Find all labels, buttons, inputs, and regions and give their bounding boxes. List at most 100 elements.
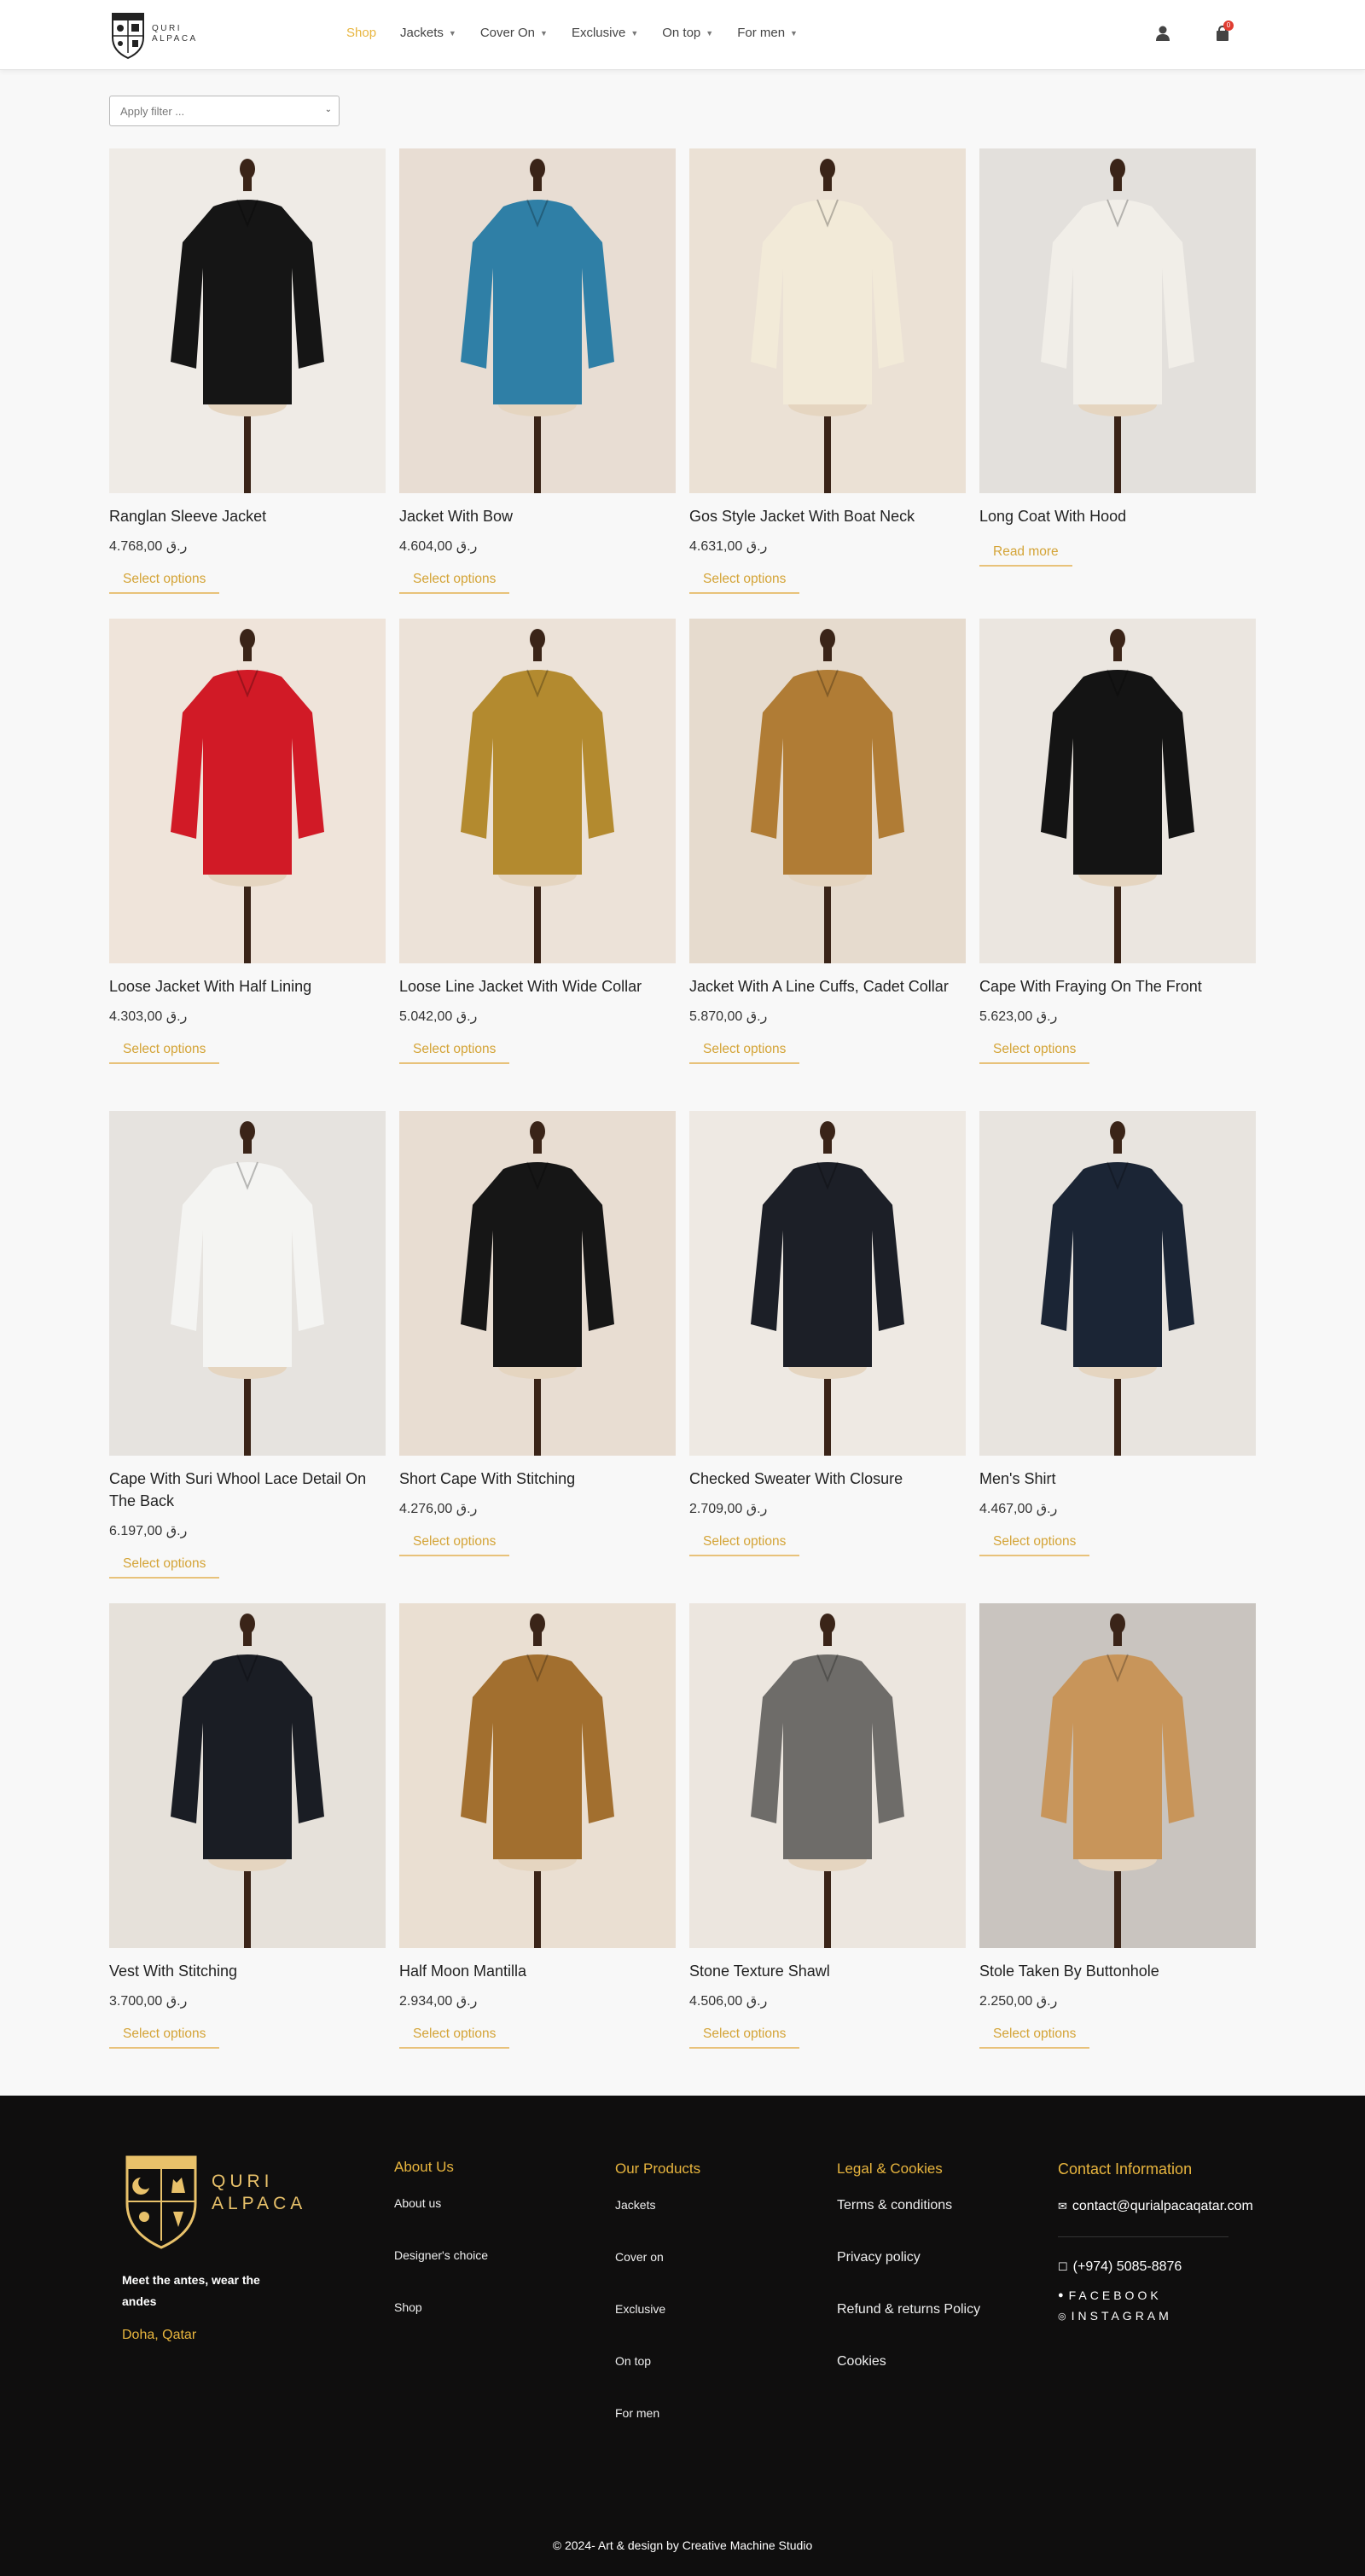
- footer-link-privacy[interactable]: Privacy policy: [837, 2250, 980, 2302]
- product-image-link[interactable]: [689, 148, 966, 493]
- product-image-link[interactable]: [399, 1111, 676, 1456]
- product-image-link[interactable]: [979, 1603, 1256, 1948]
- filter-select[interactable]: Apply filter ... ⌄: [109, 96, 340, 126]
- product-image-link[interactable]: [399, 148, 676, 493]
- footer-phone-link[interactable]: ☐ (+974) 5085-8876: [1058, 2259, 1253, 2275]
- footer-products-column: Our Products Jackets Cover on Exclusive …: [615, 2160, 700, 2458]
- select-options-button[interactable]: Select options: [109, 1042, 220, 1064]
- footer-link-refund[interactable]: Refund & returns Policy: [837, 2302, 980, 2354]
- product-title[interactable]: Ranglan Sleeve Jacket: [109, 505, 386, 527]
- product-title[interactable]: Stone Texture Shawl: [689, 1960, 966, 1982]
- product-price: ر.ق 4.768,00: [109, 539, 188, 554]
- product-image-link[interactable]: [689, 1603, 966, 1948]
- nav-item-for-men[interactable]: For men ▼: [737, 26, 798, 40]
- select-options-button[interactable]: Select options: [399, 572, 510, 594]
- product-title[interactable]: Cape With Fraying On The Front: [979, 975, 1256, 997]
- product-image-link[interactable]: [689, 1111, 966, 1456]
- product-image: [109, 1111, 386, 1456]
- product-title[interactable]: Gos Style Jacket With Boat Neck: [689, 505, 966, 527]
- site-logo[interactable]: QURI ALPACA: [109, 9, 198, 60]
- product-image: [689, 1603, 966, 1948]
- product-image-link[interactable]: [979, 619, 1256, 963]
- product-title[interactable]: Jacket With Bow: [399, 505, 676, 527]
- footer-link-designers-choice[interactable]: Designer's choice: [394, 2248, 488, 2300]
- footer-link-about-us[interactable]: About us: [394, 2196, 488, 2248]
- nav-item-shop[interactable]: Shop: [346, 26, 376, 40]
- product-image: [689, 148, 966, 493]
- product-title[interactable]: Stole Taken By Buttonhole: [979, 1960, 1256, 1982]
- product-title[interactable]: Half Moon Mantilla: [399, 1960, 676, 1982]
- read-more-button[interactable]: Read more: [979, 544, 1072, 567]
- nav-item-cover-on[interactable]: Cover On ▼: [480, 26, 548, 40]
- select-options-button[interactable]: Select options: [979, 2026, 1090, 2049]
- product-image-link[interactable]: [689, 619, 966, 963]
- select-options-button[interactable]: Select options: [689, 572, 800, 594]
- product-title[interactable]: Jacket With A Line Cuffs, Cadet Collar: [689, 975, 966, 997]
- product-image: [979, 619, 1256, 963]
- product-title[interactable]: Loose Line Jacket With Wide Collar: [399, 975, 676, 997]
- product-image-link[interactable]: [109, 619, 386, 963]
- product-title[interactable]: Cape With Suri Whool Lace Detail On The …: [109, 1468, 386, 1512]
- select-options-button[interactable]: Select options: [109, 1556, 220, 1579]
- product-price: ر.ق 4.506,00: [689, 1994, 768, 2009]
- nav-item-label: For men: [737, 26, 786, 40]
- footer-email-link[interactable]: ✉ contact@qurialpacaqatar.com: [1058, 2199, 1253, 2214]
- select-options-button[interactable]: Select options: [979, 1042, 1090, 1064]
- footer-link-cover-on[interactable]: Cover on: [615, 2250, 700, 2302]
- facebook-icon: ●: [1058, 2290, 1064, 2300]
- main-nav: Shop Jackets ▼ Cover On ▼ Exclusive ▼ On top ▼ Fo…: [346, 26, 822, 40]
- footer-link-for-men[interactable]: For men: [615, 2406, 700, 2458]
- user-icon[interactable]: [1153, 24, 1172, 43]
- product-image-link[interactable]: [979, 148, 1256, 493]
- footer-link-terms[interactable]: Terms & conditions: [837, 2198, 980, 2250]
- footer-link-cookies[interactable]: Cookies: [837, 2354, 980, 2406]
- select-options-button[interactable]: Select options: [689, 2026, 800, 2049]
- nav-item-exclusive[interactable]: Exclusive ▼: [572, 26, 638, 40]
- product-title[interactable]: Short Cape With Stitching: [399, 1468, 676, 1490]
- nav-item-label: Shop: [346, 26, 377, 40]
- footer-facebook: FACEBOOK: [1068, 2288, 1162, 2302]
- instagram-icon: ◎: [1058, 2311, 1066, 2322]
- product-image-link[interactable]: [109, 1603, 386, 1948]
- envelope-icon: ✉: [1058, 2200, 1067, 2213]
- product-title[interactable]: Long Coat With Hood: [979, 505, 1256, 527]
- select-options-button[interactable]: Select options: [109, 2026, 220, 2049]
- footer-facebook-link[interactable]: ● FACEBOOK: [1058, 2288, 1253, 2302]
- footer-instagram-link[interactable]: ◎ INSTAGRAM: [1058, 2309, 1253, 2323]
- chevron-down-icon: ⌄: [324, 105, 332, 114]
- product-card: Jacket With Bow ر.ق 4.604,00 Select option…: [399, 148, 676, 594]
- product-image-link[interactable]: [109, 1111, 386, 1456]
- select-options-button[interactable]: Select options: [399, 1534, 510, 1556]
- nav-item-on-top[interactable]: On top ▼: [662, 26, 713, 40]
- footer-link-shop[interactable]: Shop: [394, 2300, 488, 2352]
- select-options-button[interactable]: Select options: [689, 1042, 800, 1064]
- product-image-link[interactable]: [399, 1603, 676, 1948]
- product-image-link[interactable]: [399, 619, 676, 963]
- nav-item-jackets[interactable]: Jackets ▼: [400, 26, 456, 40]
- footer-link-jackets[interactable]: Jackets: [615, 2198, 700, 2250]
- product-card: Cape With Fraying On The Front ر.ق 5.623,…: [979, 619, 1256, 1064]
- footer-link-exclusive[interactable]: Exclusive: [615, 2302, 700, 2354]
- footer-legal-heading: Legal & Cookies: [837, 2160, 943, 2177]
- product-title[interactable]: Loose Jacket With Half Lining: [109, 975, 386, 997]
- chevron-down-icon: ▼: [630, 28, 639, 38]
- select-options-button[interactable]: Select options: [109, 572, 220, 594]
- select-options-button[interactable]: Select options: [399, 1042, 510, 1064]
- select-options-button[interactable]: Select options: [399, 2026, 510, 2049]
- chevron-down-icon: ▼: [540, 28, 548, 38]
- footer-email: contact@qurialpacaqatar.com: [1072, 2199, 1253, 2213]
- select-options-button[interactable]: Select options: [979, 1534, 1090, 1556]
- footer-contact-heading: Contact Information: [1058, 2160, 1193, 2178]
- product-card: Short Cape With Stitching ر.ق 4.276,00 Sel…: [399, 1111, 676, 1556]
- product-title[interactable]: Vest With Stitching: [109, 1960, 386, 1982]
- footer-brand-line1: QURI: [212, 2172, 274, 2191]
- product-title[interactable]: Men's Shirt: [979, 1468, 1256, 1490]
- footer-link-on-top[interactable]: On top: [615, 2354, 700, 2406]
- footer-copyright: © 2024- Art & design by Creative Machine…: [552, 2538, 813, 2552]
- select-options-button[interactable]: Select options: [689, 1534, 800, 1556]
- product-title[interactable]: Checked Sweater With Closure: [689, 1468, 966, 1490]
- product-image-link[interactable]: [109, 148, 386, 493]
- footer-products-heading: Our Products: [615, 2160, 701, 2177]
- product-image: [109, 148, 386, 493]
- product-image-link[interactable]: [979, 1111, 1256, 1456]
